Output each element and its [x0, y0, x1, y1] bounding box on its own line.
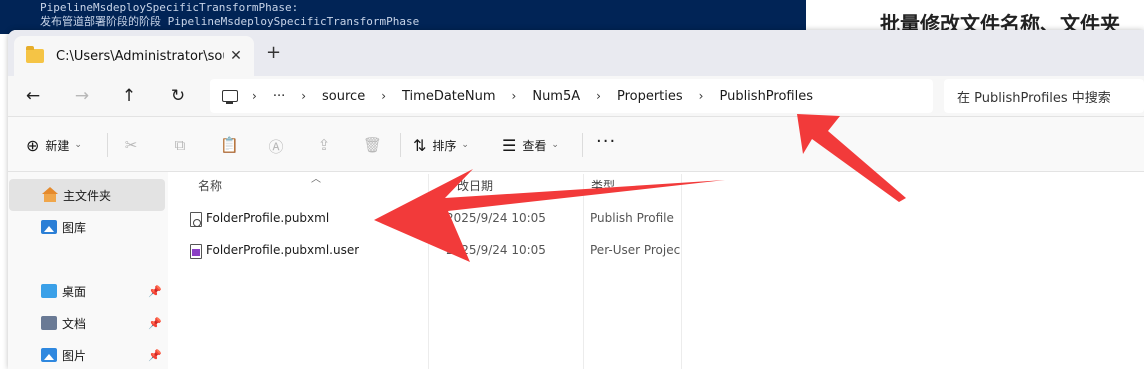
view-list-icon: ☰	[502, 135, 517, 155]
sort-button[interactable]: ⇅ 排序 ⌄	[413, 131, 469, 159]
view-button-label: 查看	[522, 138, 547, 153]
terminal-line: PipelineMsdeploySpecificTransformPhase:	[40, 1, 299, 14]
chevron-right-icon[interactable]: ›	[512, 89, 517, 103]
view-button[interactable]: ☰ 查看 ⌄	[502, 131, 559, 159]
pin-icon[interactable]: 📌	[148, 285, 162, 298]
chevron-right-icon[interactable]: ›	[252, 89, 257, 103]
file-explorer-window: C:\Users\Administrator\source ✕ + ← → ↑ …	[8, 30, 1144, 369]
address-bar[interactable]: › ··· › source › TimeDateNum › Num5A › P…	[210, 79, 933, 113]
toolbar-divider	[582, 133, 583, 157]
breadcrumb-properties[interactable]: Properties	[617, 89, 683, 104]
sidebar-item-label: 文档	[62, 316, 87, 331]
file-date: 2025/9/24 10:05	[446, 243, 546, 257]
chevron-down-icon: ⌄	[74, 140, 82, 150]
breadcrumb-publishprofiles[interactable]: PublishProfiles	[719, 89, 813, 104]
sidebar-item-home[interactable]: 主文件夹	[9, 179, 165, 211]
close-tab-icon[interactable]: ✕	[224, 48, 248, 64]
home-icon	[42, 187, 58, 202]
file-name: FolderProfile.pubxml.user	[206, 243, 360, 257]
navigation-pane: 主文件夹 图库 桌面 📌 文档 📌 图片 📌	[8, 172, 168, 369]
sidebar-item-documents[interactable]: 文档 📌	[8, 307, 164, 339]
chevron-down-icon: ⌄	[461, 140, 469, 150]
breadcrumb-num5a[interactable]: Num5A	[532, 89, 580, 104]
share-icon[interactable]: ⇪	[315, 136, 333, 154]
chevron-down-icon: ⌄	[551, 140, 559, 150]
pictures-icon	[41, 348, 57, 362]
sidebar-item-label: 桌面	[62, 284, 87, 299]
sidebar-item-label: 主文件夹	[63, 188, 112, 203]
chevron-right-icon[interactable]: ›	[699, 89, 704, 103]
cut-icon[interactable]: ✂	[122, 136, 140, 154]
terminal-line: 发布管道部署阶段的阶段 PipelineMsdeploySpecificTran…	[40, 15, 420, 28]
computer-icon[interactable]	[222, 90, 238, 104]
search-box[interactable]: 在 PublishProfiles 中搜索	[944, 79, 1144, 113]
publish-profile-icon	[190, 212, 202, 227]
sort-ascending-icon: ︿	[311, 174, 321, 185]
toolbar-divider	[107, 133, 108, 157]
sort-button-label: 排序	[432, 138, 457, 153]
documents-icon	[41, 316, 57, 330]
file-type: Per-User Project	[590, 243, 680, 257]
vs-user-file-icon	[190, 244, 202, 259]
forward-button[interactable]: →	[68, 82, 96, 110]
new-button-label: 新建	[45, 138, 70, 153]
column-header-name[interactable]: 名称	[198, 177, 222, 194]
column-header-date[interactable]: 改日期	[457, 177, 493, 194]
refresh-button[interactable]: ↻	[164, 82, 192, 110]
search-placeholder: 在 PublishProfiles 中搜索	[957, 90, 1111, 106]
sidebar-item-desktop[interactable]: 桌面 📌	[8, 275, 164, 307]
sidebar-item-label: 图片	[62, 348, 87, 363]
toolbar-divider	[400, 133, 401, 157]
breadcrumb-source[interactable]: source	[322, 89, 365, 104]
column-header-type[interactable]: 类型	[591, 177, 615, 194]
file-row[interactable]: FolderProfile.pubxml 2025/9/24 10:05 Pub…	[168, 204, 688, 234]
pin-icon[interactable]: 📌	[148, 317, 162, 330]
back-button[interactable]: ←	[19, 82, 47, 110]
folder-icon	[26, 46, 44, 63]
command-bar: ⊕ 新建 ⌄ ✂ ⧉ 📋 Ⓐ ⇪ 🗑 ⇅ 排序 ⌄ ☰ 查看 ⌄ ···	[8, 116, 1144, 172]
rename-icon[interactable]: Ⓐ	[267, 136, 285, 156]
breadcrumb-timedatenum[interactable]: TimeDateNum	[402, 89, 496, 104]
tab-bar: C:\Users\Administrator\source ✕ +	[8, 30, 1144, 76]
more-options-button[interactable]: ···	[596, 131, 616, 152]
sidebar-item-label: 图库	[62, 220, 87, 235]
sidebar-item-pictures[interactable]: 图片 📌	[8, 339, 164, 369]
delete-icon[interactable]: 🗑	[363, 136, 382, 154]
tab-label: C:\Users\Administrator\source	[56, 48, 224, 64]
new-tab-button[interactable]: +	[266, 42, 281, 63]
chevron-right-icon[interactable]: ›	[596, 89, 601, 103]
file-type: Publish Profile	[590, 211, 674, 225]
new-button[interactable]: ⊕ 新建 ⌄	[26, 131, 82, 159]
file-row[interactable]: FolderProfile.pubxml.user 2025/9/24 10:0…	[168, 236, 688, 266]
add-circle-icon: ⊕	[26, 135, 40, 155]
background-terminal: PipelineMsdeploySpecificTransformPhase: …	[0, 0, 806, 34]
paste-icon[interactable]: 📋	[220, 136, 239, 154]
sidebar-item-gallery[interactable]: 图库	[8, 211, 164, 243]
chevron-right-icon[interactable]: ›	[381, 89, 386, 103]
breadcrumb-overflow[interactable]: ···	[273, 89, 285, 104]
up-button[interactable]: ↑	[115, 82, 143, 110]
sort-icon: ⇅	[413, 135, 427, 155]
tab-source-folder[interactable]: C:\Users\Administrator\source ✕	[14, 36, 254, 76]
chevron-right-icon[interactable]: ›	[301, 89, 306, 103]
desktop-icon	[41, 284, 57, 298]
gallery-icon	[41, 220, 57, 234]
file-list: ︿ 名称 改日期 类型 FolderProfile.pubxml 2025/9/…	[168, 172, 1144, 369]
navigation-bar: ← → ↑ ↻ › ··· › source › TimeDateNum › N…	[8, 76, 1144, 116]
file-date: 2025/9/24 10:05	[446, 211, 546, 225]
pin-icon[interactable]: 📌	[148, 349, 162, 362]
copy-icon[interactable]: ⧉	[171, 136, 189, 154]
file-name: FolderProfile.pubxml	[206, 211, 330, 225]
